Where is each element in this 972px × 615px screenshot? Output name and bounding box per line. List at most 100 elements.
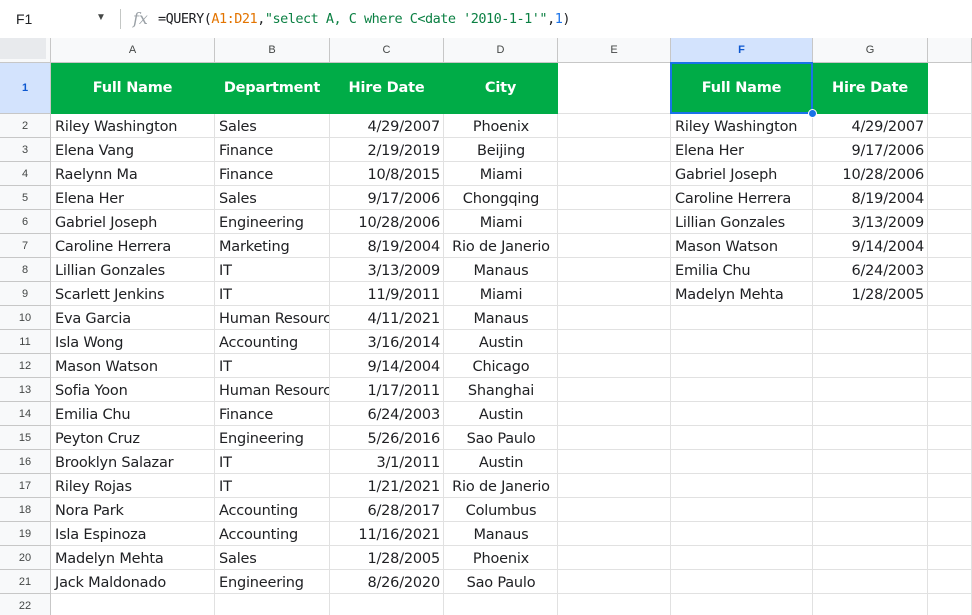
empty-cell[interactable] (558, 426, 671, 450)
empty-cell[interactable] (813, 354, 928, 378)
empty-cell[interactable] (928, 282, 972, 306)
source-cell-hire-date[interactable]: 3/1/2011 (330, 450, 444, 474)
empty-cell[interactable] (215, 594, 330, 615)
result-cell-full-name[interactable]: Emilia Chu (671, 258, 813, 282)
source-cell-city[interactable]: Sao Paulo (444, 570, 558, 594)
result-cell-hire-date[interactable]: 9/17/2006 (813, 138, 928, 162)
row-header-14[interactable]: 14 (0, 402, 51, 426)
empty-cell[interactable] (671, 450, 813, 474)
result-cell-hire-date[interactable]: 8/19/2004 (813, 186, 928, 210)
result-cell-hire-date[interactable]: 4/29/2007 (813, 114, 928, 138)
source-cell-full-name[interactable]: Eva Garcia (51, 306, 215, 330)
empty-cell[interactable] (671, 354, 813, 378)
empty-cell[interactable] (558, 306, 671, 330)
column-header-d[interactable]: D (444, 38, 558, 63)
empty-cell[interactable] (928, 570, 972, 594)
empty-cell[interactable] (558, 546, 671, 570)
source-cell-full-name[interactable]: Isla Wong (51, 330, 215, 354)
empty-cell[interactable] (813, 378, 928, 402)
source-cell-city[interactable]: Chicago (444, 354, 558, 378)
empty-cell[interactable] (813, 570, 928, 594)
source-cell-department[interactable]: Human Resourc (215, 306, 330, 330)
source-cell-city[interactable]: Manaus (444, 522, 558, 546)
empty-cell[interactable] (671, 474, 813, 498)
empty-cell[interactable] (813, 594, 928, 615)
row-header-20[interactable]: 20 (0, 546, 51, 570)
column-header-b[interactable]: B (215, 38, 330, 63)
source-cell-hire-date[interactable]: 6/28/2017 (330, 498, 444, 522)
row-header-1[interactable]: 1 (0, 63, 51, 114)
source-cell-hire-date[interactable]: 3/16/2014 (330, 330, 444, 354)
empty-cell[interactable] (558, 282, 671, 306)
empty-cell[interactable] (558, 186, 671, 210)
empty-cell[interactable] (928, 186, 972, 210)
source-cell-hire-date[interactable]: 4/11/2021 (330, 306, 444, 330)
select-all-corner[interactable] (0, 38, 51, 63)
source-cell-hire-date[interactable]: 1/28/2005 (330, 546, 444, 570)
empty-cell[interactable] (928, 330, 972, 354)
source-cell-full-name[interactable]: Elena Her (51, 186, 215, 210)
empty-cell[interactable] (671, 570, 813, 594)
source-cell-full-name[interactable]: Raelynn Ma (51, 162, 215, 186)
source-cell-hire-date[interactable]: 8/26/2020 (330, 570, 444, 594)
source-cell-full-name[interactable]: Lillian Gonzales (51, 258, 215, 282)
empty-cell[interactable] (813, 402, 928, 426)
source-cell-city[interactable]: Miami (444, 162, 558, 186)
empty-cell[interactable] (928, 63, 972, 114)
result-cell-full-name[interactable]: Gabriel Joseph (671, 162, 813, 186)
empty-cell[interactable] (558, 234, 671, 258)
source-cell-department[interactable]: IT (215, 258, 330, 282)
empty-cell[interactable] (558, 570, 671, 594)
empty-cell[interactable] (671, 306, 813, 330)
source-cell-department[interactable]: IT (215, 282, 330, 306)
row-header-18[interactable]: 18 (0, 498, 51, 522)
empty-cell[interactable] (558, 522, 671, 546)
source-cell-city[interactable]: Beijing (444, 138, 558, 162)
row-header-16[interactable]: 16 (0, 450, 51, 474)
source-cell-city[interactable]: Austin (444, 450, 558, 474)
empty-cell[interactable] (558, 258, 671, 282)
empty-cell[interactable] (928, 522, 972, 546)
source-cell-full-name[interactable]: Riley Washington (51, 114, 215, 138)
empty-cell[interactable] (671, 378, 813, 402)
empty-cell[interactable] (558, 210, 671, 234)
row-header-5[interactable]: 5 (0, 186, 51, 210)
empty-cell[interactable] (558, 354, 671, 378)
result-cell-hire-date[interactable]: 3/13/2009 (813, 210, 928, 234)
row-header-10[interactable]: 10 (0, 306, 51, 330)
row-header-3[interactable]: 3 (0, 138, 51, 162)
empty-cell[interactable] (928, 546, 972, 570)
source-cell-full-name[interactable]: Brooklyn Salazar (51, 450, 215, 474)
source-cell-full-name[interactable]: Nora Park (51, 498, 215, 522)
result-cell-hire-date[interactable]: 1/28/2005 (813, 282, 928, 306)
empty-cell[interactable] (928, 498, 972, 522)
result-cell-hire-date[interactable]: 9/14/2004 (813, 234, 928, 258)
column-header-f[interactable]: F (671, 38, 813, 63)
source-cell-full-name[interactable]: Riley Rojas (51, 474, 215, 498)
source-cell-department[interactable]: IT (215, 354, 330, 378)
source-cell-full-name[interactable]: Madelyn Mehta (51, 546, 215, 570)
source-cell-hire-date[interactable]: 3/13/2009 (330, 258, 444, 282)
empty-cell[interactable] (928, 474, 972, 498)
row-header-9[interactable]: 9 (0, 282, 51, 306)
result-header-hire-date[interactable]: Hire Date (813, 63, 928, 114)
source-header-city[interactable]: City (444, 63, 558, 114)
source-cell-city[interactable]: Rio de Janerio (444, 234, 558, 258)
source-cell-department[interactable]: Engineering (215, 210, 330, 234)
empty-cell[interactable] (558, 474, 671, 498)
source-cell-department[interactable]: Marketing (215, 234, 330, 258)
empty-cell[interactable] (928, 594, 972, 615)
source-cell-department[interactable]: Engineering (215, 570, 330, 594)
empty-cell[interactable] (813, 330, 928, 354)
column-header-g[interactable]: G (813, 38, 928, 63)
empty-cell[interactable] (558, 402, 671, 426)
row-header-15[interactable]: 15 (0, 426, 51, 450)
source-cell-department[interactable]: Accounting (215, 522, 330, 546)
source-cell-full-name[interactable]: Elena Vang (51, 138, 215, 162)
name-box-dropdown-icon[interactable]: ▼ (96, 12, 106, 23)
source-cell-city[interactable]: Miami (444, 210, 558, 234)
empty-cell[interactable] (813, 426, 928, 450)
source-cell-department[interactable]: Human Resourc (215, 378, 330, 402)
empty-cell[interactable] (671, 498, 813, 522)
source-cell-full-name[interactable]: Jack Maldonado (51, 570, 215, 594)
